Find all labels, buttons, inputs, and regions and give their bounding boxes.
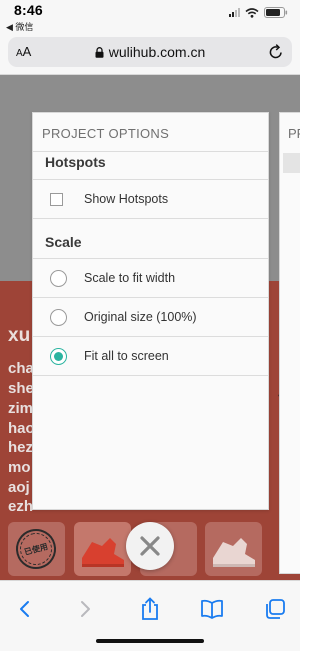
scale-option-fit-width[interactable]: Scale to fit width bbox=[33, 260, 268, 298]
divider bbox=[33, 297, 268, 298]
forward-button[interactable] bbox=[72, 595, 100, 623]
lock-icon bbox=[95, 45, 104, 61]
divider bbox=[33, 179, 268, 180]
scale-option-label: Fit all to screen bbox=[84, 349, 169, 363]
background-line: ezh bbox=[8, 498, 34, 515]
divider bbox=[33, 258, 268, 259]
background-line: mo bbox=[8, 459, 31, 476]
back-to-app-link[interactable]: ◀ 微信 bbox=[6, 20, 33, 33]
close-icon bbox=[140, 536, 160, 556]
show-hotspots-option[interactable]: Show Hotspots bbox=[33, 181, 268, 219]
home-indicator bbox=[96, 639, 204, 643]
tabs-button[interactable] bbox=[261, 595, 289, 623]
scale-option-fit-all[interactable]: Fit all to screen bbox=[33, 338, 268, 376]
bookmarks-button[interactable] bbox=[198, 595, 226, 623]
divider bbox=[33, 375, 268, 376]
next-panel-title: PR bbox=[288, 126, 300, 141]
scale-fit-width-radio[interactable] bbox=[50, 270, 67, 287]
scale-section-label: Scale bbox=[45, 234, 82, 250]
battery-icon bbox=[264, 7, 288, 18]
chevron-right-icon bbox=[81, 601, 90, 617]
book-icon bbox=[201, 599, 223, 619]
chevron-left-icon bbox=[20, 601, 29, 617]
show-hotspots-checkbox[interactable] bbox=[50, 193, 63, 206]
background-line: hao bbox=[8, 420, 35, 437]
sneaker-icon bbox=[213, 538, 255, 567]
panel-title: PROJECT OPTIONS bbox=[42, 126, 170, 141]
wifi-icon bbox=[245, 7, 259, 18]
used-stamp: 已使用 bbox=[11, 524, 61, 574]
background-heading: xu bbox=[8, 325, 31, 346]
divider bbox=[33, 151, 268, 152]
reload-icon[interactable] bbox=[268, 43, 284, 65]
product-thumbnail[interactable]: 已使用 bbox=[8, 522, 65, 576]
scale-option-original-size[interactable]: Original size (100%) bbox=[33, 299, 268, 337]
background-line: cha bbox=[8, 360, 34, 377]
product-thumbnail[interactable] bbox=[74, 522, 131, 576]
product-thumbnail[interactable] bbox=[205, 522, 262, 576]
status-icons bbox=[229, 7, 288, 18]
scale-option-label: Original size (100%) bbox=[84, 310, 197, 324]
share-icon bbox=[142, 597, 158, 620]
url-display[interactable]: wulihub.com.cn bbox=[8, 44, 292, 61]
address-bar[interactable]: AA wulihub.com.cn bbox=[8, 37, 292, 67]
background-line: she bbox=[8, 380, 34, 397]
close-button[interactable] bbox=[126, 522, 174, 570]
divider bbox=[33, 218, 268, 219]
back-button[interactable] bbox=[10, 595, 38, 623]
cellular-signal-icon bbox=[229, 8, 240, 17]
project-options-panel: PROJECT OPTIONS Hotspots Show Hotspots S… bbox=[32, 112, 269, 510]
tabs-icon bbox=[266, 599, 285, 619]
safari-toolbar bbox=[0, 580, 300, 651]
scale-original-size-radio[interactable] bbox=[50, 309, 67, 326]
status-time: 8:46 bbox=[14, 2, 43, 18]
background-line: hez bbox=[8, 439, 34, 456]
share-button[interactable] bbox=[136, 595, 164, 623]
status-bar: 8:46 ◀ 微信 bbox=[0, 0, 300, 34]
web-page-content: xu cha she zim hao hez mo aoj ezh 已使用 PR… bbox=[0, 75, 300, 580]
url-text: wulihub.com.cn bbox=[108, 44, 206, 60]
scale-option-label: Scale to fit width bbox=[84, 271, 176, 285]
show-hotspots-label: Show Hotspots bbox=[84, 192, 169, 206]
background-line: aoj bbox=[8, 479, 30, 496]
background-line: zim bbox=[8, 400, 34, 417]
scale-fit-all-radio[interactable] bbox=[50, 348, 67, 365]
browser-address-area: AA wulihub.com.cn bbox=[0, 34, 300, 75]
next-panel-section-bar bbox=[283, 153, 300, 173]
next-options-panel[interactable]: PR bbox=[279, 112, 300, 574]
sneaker-icon bbox=[82, 538, 124, 567]
divider bbox=[33, 336, 268, 337]
hotspots-section-label: Hotspots bbox=[45, 154, 106, 170]
